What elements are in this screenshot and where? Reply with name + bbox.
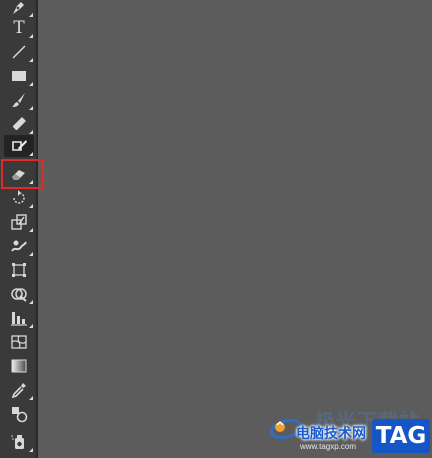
warp-icon bbox=[11, 240, 27, 252]
type-icon: T bbox=[13, 18, 25, 38]
tool-column-graph[interactable] bbox=[4, 307, 34, 329]
free-transform-icon bbox=[12, 263, 26, 277]
paintbrush-icon bbox=[12, 93, 25, 107]
tool-blend[interactable] bbox=[4, 403, 34, 425]
tool-line-segment[interactable] bbox=[4, 41, 34, 63]
tool-free-transform[interactable] bbox=[4, 259, 34, 281]
tool-symbol-sprayer[interactable] bbox=[4, 431, 34, 453]
tool-rectangle[interactable] bbox=[4, 65, 34, 87]
rotate-icon bbox=[13, 190, 25, 204]
symbol-sprayer-icon bbox=[11, 435, 24, 449]
pencil-icon bbox=[13, 117, 26, 130]
tool-scale[interactable] bbox=[4, 211, 34, 233]
tool-gradient[interactable] bbox=[4, 355, 34, 377]
tool-pen[interactable] bbox=[4, 0, 34, 18]
tool-paintbrush[interactable] bbox=[4, 89, 34, 111]
tool-shape-builder[interactable] bbox=[4, 283, 34, 305]
artboard-canvas[interactable] bbox=[40, 0, 432, 458]
tool-warp[interactable] bbox=[4, 235, 34, 257]
tool-eyedropper[interactable] bbox=[4, 379, 34, 401]
watermark-url: www.tagxp.com bbox=[300, 442, 357, 451]
graph-icon bbox=[11, 312, 27, 326]
tool-rotate[interactable] bbox=[4, 187, 34, 209]
line-segment-icon bbox=[12, 45, 26, 59]
watermark-brand: 电脑技术网 bbox=[296, 425, 366, 441]
pen-icon bbox=[13, 2, 24, 14]
tool-pencil[interactable] bbox=[4, 113, 34, 135]
rectangle-icon bbox=[12, 71, 26, 81]
shape-builder-icon bbox=[11, 288, 27, 302]
eraser-highlight-box bbox=[1, 159, 44, 189]
tools-panel: T bbox=[0, 0, 38, 458]
scale-icon bbox=[11, 214, 27, 230]
blend-icon bbox=[12, 407, 28, 423]
eyedropper-icon bbox=[11, 383, 26, 399]
watermark-tag-badge: TAG bbox=[372, 419, 430, 453]
tool-mesh[interactable] bbox=[4, 331, 34, 353]
tool-shaper[interactable] bbox=[4, 135, 34, 157]
shaper-icon bbox=[12, 140, 27, 151]
mesh-icon bbox=[11, 335, 27, 349]
tool-type[interactable]: T bbox=[4, 17, 34, 39]
gradient-icon bbox=[11, 359, 27, 373]
